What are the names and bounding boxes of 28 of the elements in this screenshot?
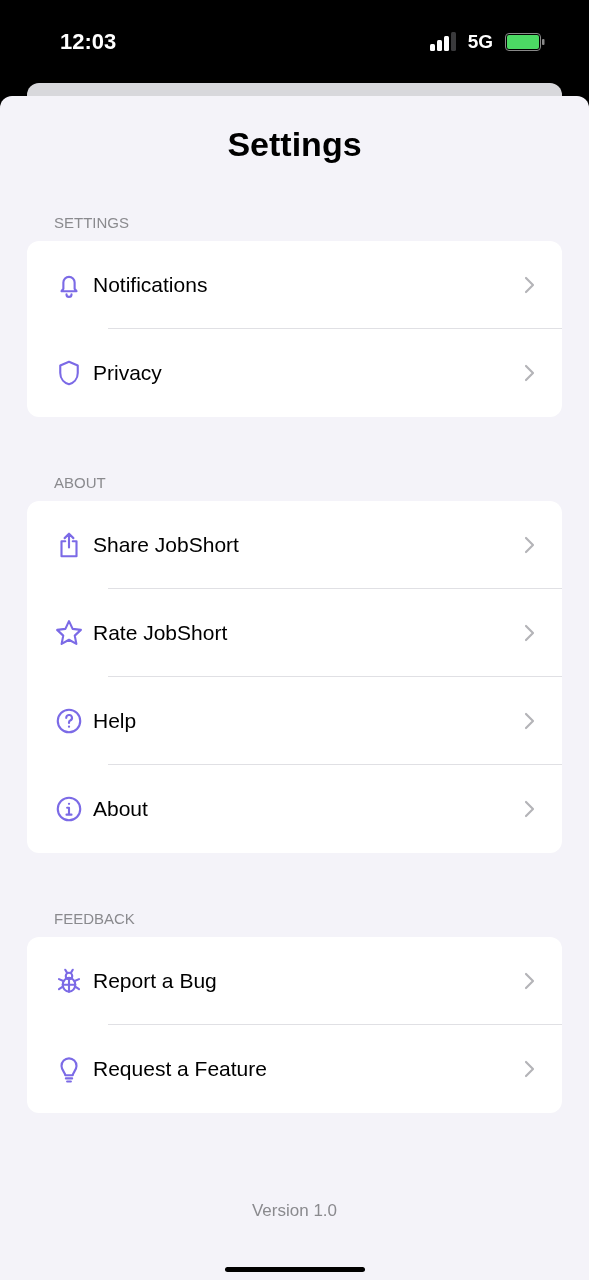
info-icon [54, 794, 84, 824]
row-label[interactable]: Request a Feature [93, 1057, 524, 1081]
row-label[interactable]: Rate JobShort [93, 620, 524, 645]
version-label: Version 1.0 [251, 1201, 338, 1221]
help-icon [54, 706, 84, 736]
row-label[interactable]: Privacy [93, 361, 524, 385]
status-time: 12:03 [60, 28, 118, 55]
chevron-icon [524, 535, 536, 554]
signal-icon [429, 32, 458, 51]
row-label[interactable]: Share JobShort [93, 532, 524, 557]
chevron-icon [524, 711, 536, 730]
battery-icon [505, 32, 545, 51]
section-header: SETTINGS [54, 214, 130, 232]
chevron-icon [524, 623, 536, 642]
chevron-icon [524, 1060, 536, 1078]
chevron-icon [524, 364, 536, 382]
chevron-icon [524, 275, 536, 294]
row-label[interactable]: About [93, 797, 524, 821]
row-label[interactable]: Report a Bug [93, 968, 524, 993]
chevron-icon [524, 971, 536, 990]
row-label[interactable]: Help [93, 708, 524, 733]
section-header: FEEDBACK [54, 910, 136, 928]
chevron-icon [524, 800, 536, 818]
page-title: Settings [226, 124, 363, 165]
network-label: 5G [467, 30, 493, 53]
section-header: ABOUT [54, 474, 107, 492]
star-icon [54, 618, 84, 648]
row-label[interactable]: Notifications [93, 272, 524, 297]
